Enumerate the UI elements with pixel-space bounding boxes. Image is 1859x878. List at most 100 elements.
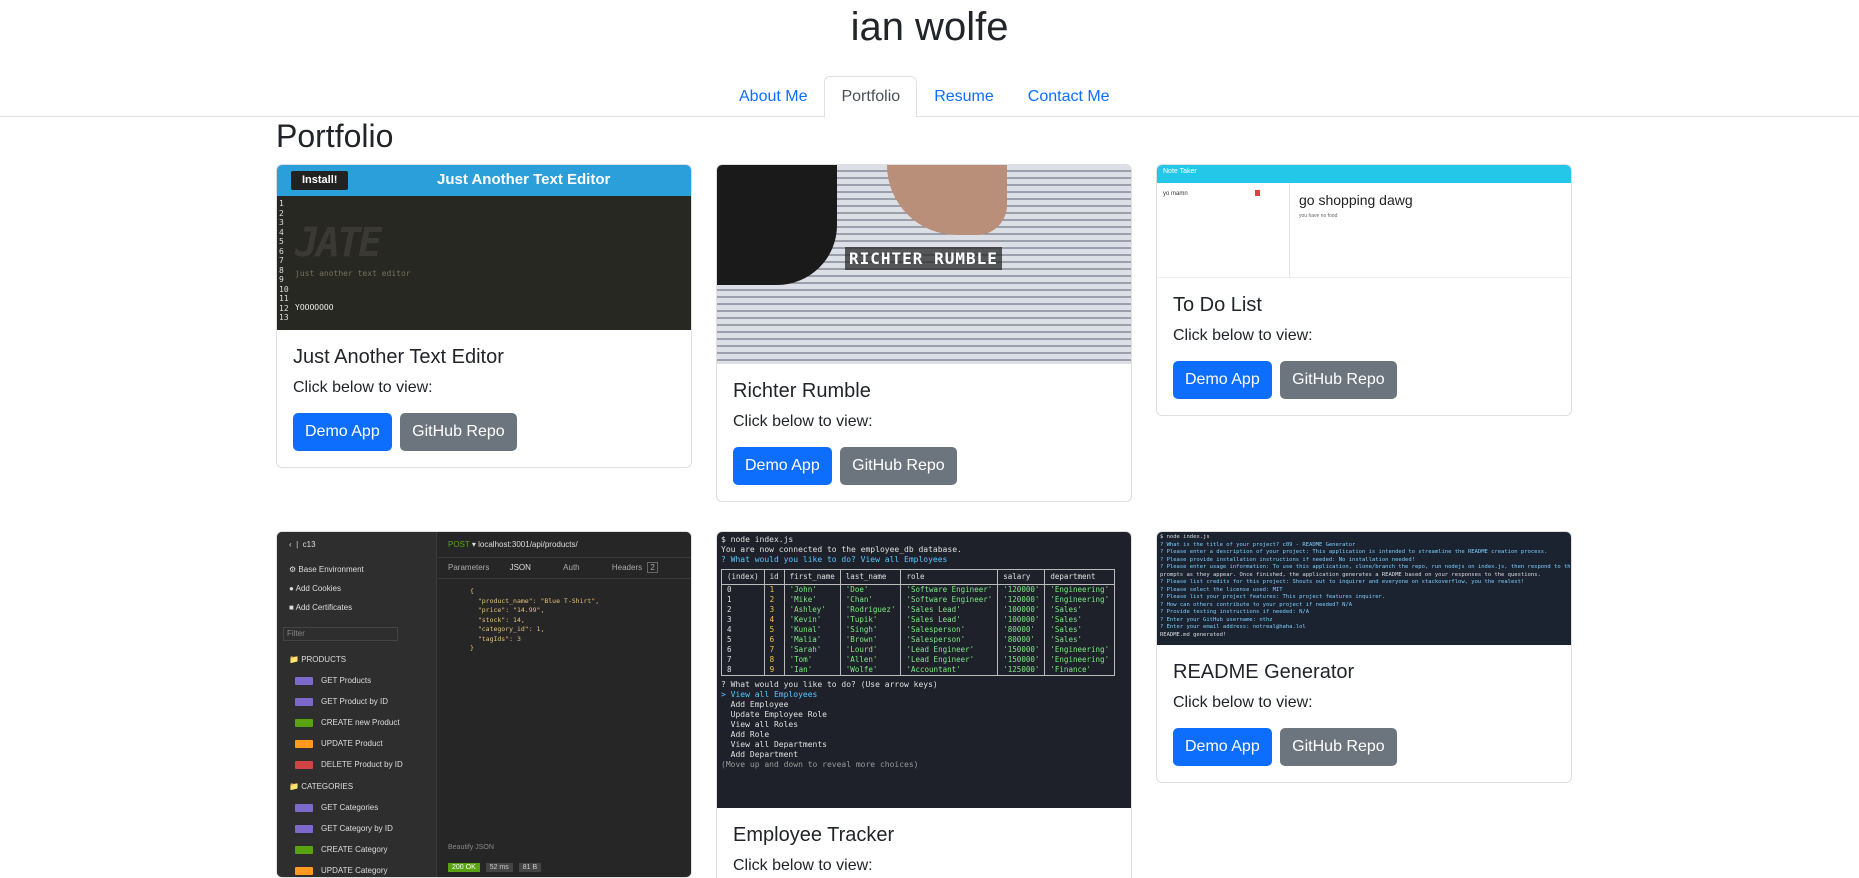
table-cell: 'Engineering' <box>1044 645 1116 655</box>
terminal-line: ? Please enter a description of your pro… <box>1160 549 1548 555</box>
richter-logo: RICHTER RUMBLE <box>845 247 1002 270</box>
hand-image <box>887 165 1007 235</box>
json-body: { "product_name": "Blue T-Shirt", "price… <box>470 587 600 652</box>
project-screenshot[interactable]: $ node index.js You are now connected to… <box>717 532 1131 808</box>
table-cell: 3 <box>763 605 785 615</box>
table-cell: 'Ian' <box>783 665 841 676</box>
table-row: 5 6 'Malia' 'Brown' 'Salesperson' '80000' 'Sal… <box>721 635 1116 645</box>
table-cell: 'Accountant' <box>900 665 999 676</box>
terminal-line: > View all Employees <box>721 690 818 699</box>
table-row: 3 4 'Kevin' 'Tupik' 'Sales Lead' '100000' 'Sal… <box>721 615 1116 625</box>
install-badge: Install! <box>291 171 349 190</box>
github-repo-button[interactable]: GitHub Repo <box>1280 361 1397 399</box>
github-repo-button[interactable]: GitHub Repo <box>840 447 957 485</box>
table-cell: 'Sales' <box>1044 605 1116 615</box>
table-cell: 9 <box>763 665 785 676</box>
terminal-line: ? Provide testing instructions if needed… <box>1160 609 1310 615</box>
request-item: DELETE Product by ID <box>321 760 403 769</box>
card-title: To Do List <box>1173 294 1262 316</box>
demo-app-button[interactable]: Demo App <box>1173 728 1272 766</box>
demo-app-button[interactable]: Demo App <box>293 413 392 451</box>
table-header: first_name <box>783 569 841 585</box>
terminal-line: $ node index.js <box>1160 534 1210 540</box>
table-cell: 'Salesperson' <box>900 635 999 645</box>
table-row: 0 1 'John' 'Doe' 'Software Engineer' '120000'… <box>721 584 1116 595</box>
table-cell: 8 <box>721 665 765 676</box>
project-card-employee-tracker: $ node index.js You are now connected to… <box>716 531 1132 878</box>
table-cell: '100000' <box>997 605 1046 615</box>
table-row: 4 5 'Kunal' 'Singh' 'Salesperson' '80000' 'Sal… <box>721 625 1116 635</box>
table-cell: 3 <box>721 615 765 625</box>
table-row: 2 3 'Ashley' 'Rodriguez' 'Sales Lead' '100000… <box>721 605 1116 615</box>
card-text: Click below to view: <box>1173 694 1313 711</box>
table-row: 7 8 'Tom' 'Allen' 'Lead Engineer' '150000' 'En… <box>721 655 1116 665</box>
tab-portfolio[interactable]: Portfolio <box>824 76 918 118</box>
project-screenshot[interactable]: ‹ | c13 ⚙ Base Environment ● Add Cookies… <box>277 532 691 877</box>
table-cell: '100000' <box>997 615 1046 625</box>
table-cell: 'Software Engineer' <box>900 595 999 605</box>
table-cell: 'Sarah' <box>783 645 841 655</box>
demo-app-button[interactable]: Demo App <box>733 447 832 485</box>
tab-resume[interactable]: Resume <box>917 76 1011 117</box>
table-cell: 'Tom' <box>783 655 841 665</box>
table-cell: 0 <box>721 584 765 595</box>
app-title: Note Taker <box>1163 168 1197 175</box>
card-text: Click below to view: <box>1173 327 1313 344</box>
github-repo-button[interactable]: GitHub Repo <box>1280 728 1397 766</box>
card-title: Employee Tracker <box>733 824 895 846</box>
table-row: 8 9 'Ian' 'Wolfe' 'Accountant' '125000' 'Finan… <box>721 665 1116 676</box>
seismograph-machine <box>717 165 837 285</box>
project-card-to-do-list: Note Taker yo mamn go shopping dawg you … <box>1156 164 1572 416</box>
terminal-line: ? Please enter usage information: To use… <box>1160 564 1571 570</box>
table-header: id <box>763 569 785 585</box>
table-cell: 'Engineering' <box>1044 655 1116 665</box>
note-text: you have no food <box>1299 213 1338 219</box>
table-cell: 1 <box>763 584 785 595</box>
demo-app-button[interactable]: Demo App <box>1173 361 1272 399</box>
table-cell: 'Engineering' <box>1044 595 1116 605</box>
table-cell: 'Software Engineer' <box>900 584 999 595</box>
project-screenshot[interactable]: Install! Just Another Text Editor 1 2 3 … <box>277 165 691 330</box>
terminal-line: ? Enter your GitHub username: nthz <box>1160 616 1273 623</box>
table-cell: '120000' <box>997 584 1046 595</box>
terminal-line: ? What would you like to do? View all Em… <box>721 555 948 564</box>
project-screenshot[interactable]: Note Taker yo mamn go shopping dawg you … <box>1157 165 1571 278</box>
table-cell: 'Lead Engineer' <box>900 655 999 665</box>
project-card-richter-rumble: RICHTER RUMBLE Richter Rumble Click belo… <box>716 164 1132 502</box>
terminal-line: ? Please provide installation instructio… <box>1160 556 1415 563</box>
terminal-line: Add Employee <box>721 700 789 709</box>
terminal-line: ? What is the title of your project? c09… <box>1160 541 1356 548</box>
table-cell: '150000' <box>997 655 1046 665</box>
card-title: Just Another Text Editor <box>293 346 504 368</box>
table-cell: 6 <box>721 645 765 655</box>
request-item: CREATE new Product <box>321 718 400 727</box>
folder-name: PRODUCTS <box>301 655 347 664</box>
table-header: salary <box>997 569 1046 585</box>
tab-contact-me[interactable]: Contact Me <box>1011 76 1127 117</box>
project-card-readme-generator: $ node index.js? What is the title of yo… <box>1156 531 1572 783</box>
terminal-line: README.md generated! <box>1160 631 1227 638</box>
terminal-line: $ node index.js <box>721 535 794 544</box>
project-screenshot[interactable]: $ node index.js? What is the title of yo… <box>1157 532 1571 645</box>
request-item: GET Products <box>321 676 372 685</box>
tab-about-me[interactable]: About Me <box>722 76 824 117</box>
beautify-json: Beautify JSON <box>448 844 494 851</box>
table-cell: 'Ashley' <box>783 605 841 615</box>
terminal-line: View all Roles <box>721 720 799 729</box>
terminal-line: Update Employee Role <box>721 710 827 719</box>
terminal-line: ? Please list your project features: Thi… <box>1160 594 1386 600</box>
table-cell: 'Wolfe' <box>839 665 902 676</box>
line-numbers: 1 2 3 4 5 6 7 8 9 10 11 12 13 <box>279 199 289 322</box>
github-repo-button[interactable]: GitHub Repo <box>400 413 517 451</box>
tab-json: JSON <box>509 563 531 572</box>
workspace-name: c13 <box>302 540 316 549</box>
project-screenshot[interactable]: RICHTER RUMBLE <box>717 165 1131 364</box>
terminal-line: ? Enter your email address: notreal@haha… <box>1160 624 1306 630</box>
table-cell: 'Malia' <box>783 635 841 645</box>
table-cell: '80000' <box>997 635 1046 645</box>
side-item: Add Certificates <box>295 603 353 612</box>
card-title: Richter Rumble <box>733 380 871 402</box>
table-cell: 4 <box>763 615 785 625</box>
table-cell: 8 <box>763 655 785 665</box>
table-cell: '150000' <box>997 645 1046 655</box>
